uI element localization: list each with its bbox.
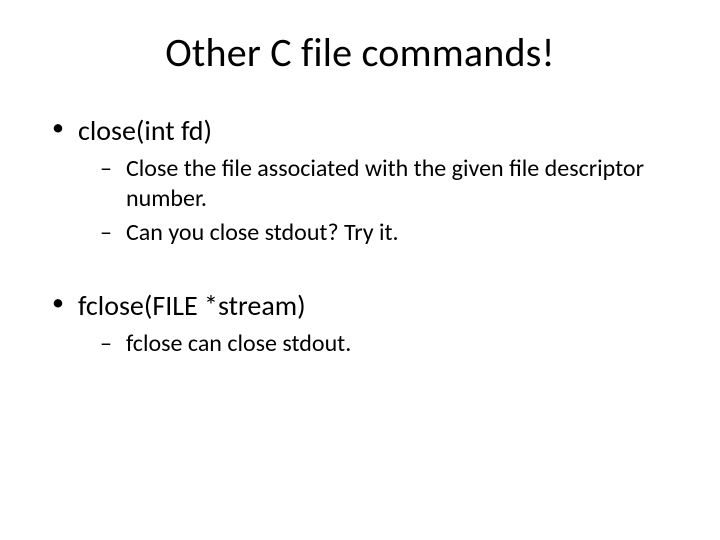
sub-list-item: fclose can close stdout. (78, 329, 672, 359)
sub-list-item-text: Close the file associated with the given… (126, 154, 644, 213)
slide: Other C file commands! close(int fd) Clo… (0, 0, 720, 540)
spacer (48, 270, 672, 288)
bullet-list: fclose(FILE *stream) fclose can close st… (48, 288, 672, 359)
sub-list: Close the file associated with the given… (78, 154, 672, 248)
list-item: close(int fd) Close the file associated … (48, 113, 672, 248)
bullet-list: close(int fd) Close the file associated … (48, 113, 672, 248)
sub-list-item: Can you close stdout? Try it. (78, 218, 672, 248)
slide-title: Other C file commands! (48, 28, 672, 77)
sub-list-item-text: Can you close stdout? Try it. (126, 218, 399, 247)
sub-list-item-text: fclose can close stdout. (126, 329, 351, 358)
list-item-text: fclose(FILE *stream) (78, 288, 306, 323)
list-item-text: close(int fd) (78, 113, 212, 148)
sub-list-item: Close the file associated with the given… (78, 154, 672, 214)
sub-list: fclose can close stdout. (78, 329, 672, 359)
list-item: fclose(FILE *stream) fclose can close st… (48, 288, 672, 359)
